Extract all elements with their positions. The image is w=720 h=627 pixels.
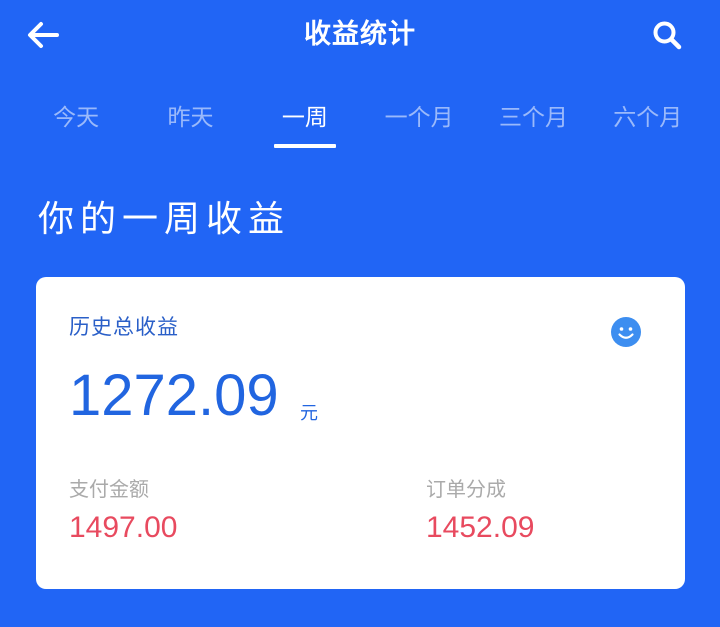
order-share-label: 订单分成 (426, 477, 506, 501)
smile-icon[interactable] (611, 317, 641, 347)
tab-six-months[interactable]: 六个月 (591, 98, 705, 154)
card-title: 历史总收益 (69, 315, 179, 339)
total-earnings-amount: 1272.09 (69, 363, 279, 428)
tab-week[interactable]: 一周 (248, 98, 362, 154)
currency-unit: 元 (300, 403, 318, 424)
search-button[interactable] (646, 14, 688, 56)
tab-today[interactable]: 今天 (19, 98, 133, 154)
payment-amount-label: 支付金额 (69, 477, 149, 501)
payment-amount-value: 1497.00 (69, 511, 178, 544)
earnings-card: 历史总收益 1272.09 元 支付金额 1497.00 订单分成 1452.0… (36, 277, 685, 589)
order-share-value: 1452.09 (426, 511, 535, 544)
period-tabs: 今天 昨天 一周 一个月 三个月 六个月 (19, 98, 705, 154)
section-heading: 你的一周收益 (38, 199, 291, 240)
page-title: 收益统计 (304, 19, 416, 50)
tab-one-month[interactable]: 一个月 (362, 98, 476, 154)
app-header: 收益统计 (0, 0, 720, 70)
tab-yesterday[interactable]: 昨天 (133, 98, 247, 154)
search-icon (653, 21, 682, 50)
tab-three-months[interactable]: 三个月 (476, 98, 590, 154)
